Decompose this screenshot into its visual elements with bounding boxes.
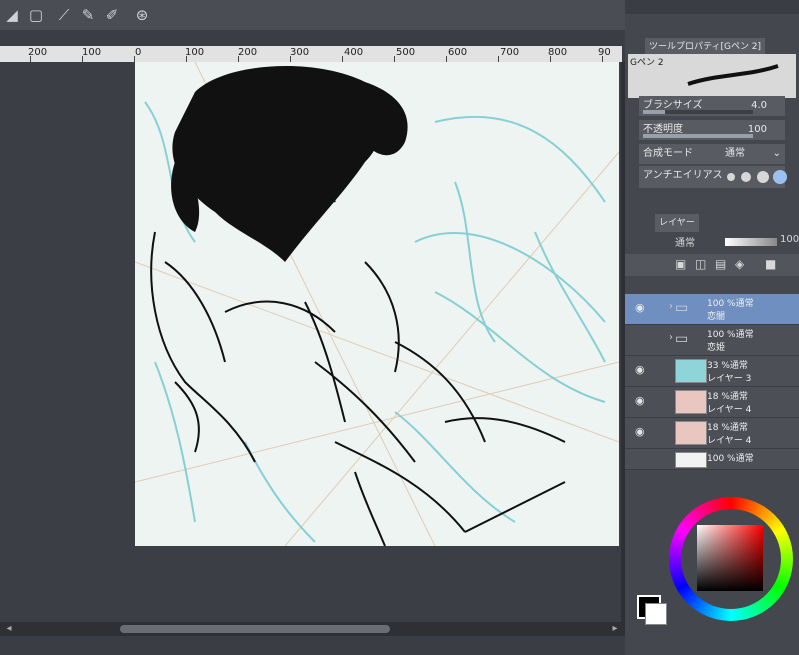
layer-toggle-icon[interactable]: ▢ — [26, 5, 46, 25]
lock-icon[interactable]: ▤ — [715, 257, 726, 271]
mask-icon[interactable]: ◫ — [695, 257, 706, 271]
ruler-label: 400 — [344, 47, 364, 58]
horizontal-scrollbar[interactable]: ◂ ▸ — [0, 622, 625, 636]
antialias-mid-icon[interactable] — [757, 171, 769, 183]
delete-layer-icon[interactable]: ■ — [765, 257, 776, 271]
ruler-label: 0 — [135, 47, 142, 58]
opacity-row[interactable]: 不透明度 100 — [639, 120, 785, 140]
opacity-slider[interactable] — [643, 134, 753, 138]
layer-name: 恋姫 — [707, 343, 726, 353]
layer-opacity-text: 18 %通常 — [707, 423, 748, 433]
blend-mode-label: 合成モード — [643, 148, 693, 159]
brush-name: Gペン 2 — [630, 58, 664, 68]
blend-mode-select[interactable]: 通常 — [725, 144, 745, 164]
layer-name: レイヤー 3 — [707, 374, 752, 384]
layer-opacity-text: 33 %通常 — [707, 361, 748, 371]
layer-item[interactable]: 100 %通常 — [625, 449, 799, 470]
horizontal-ruler: 200 100 0 100 200 300 400 500 600 700 80… — [0, 46, 622, 63]
layer-tab[interactable]: レイヤー — [655, 214, 699, 232]
ruler-label: 100 — [82, 47, 102, 58]
antialias-row[interactable]: アンチエイリアス — [639, 166, 787, 188]
ruler-label: 200 — [238, 47, 258, 58]
scroll-left-icon[interactable]: ◂ — [2, 622, 16, 636]
layer-item[interactable]: › ▭ 100 %通常 恋姫 — [625, 325, 799, 356]
eye-icon[interactable]: ◉ — [635, 364, 647, 375]
line-art-illustration — [135, 62, 619, 546]
layer-item[interactable]: ◉ › ▭ 100 %通常 恋闇 — [625, 294, 799, 325]
antialias-high-icon[interactable] — [773, 170, 787, 184]
antialias-low-icon[interactable] — [741, 172, 751, 182]
pen-tool-icon[interactable]: ✎ — [78, 5, 98, 25]
blend-mode-row[interactable]: 合成モード 通常 ⌄ — [639, 144, 785, 164]
brush-preview: Gペン 2 — [628, 54, 796, 98]
antialias-label: アンチエイリアス — [643, 170, 723, 181]
eye-icon[interactable]: ◉ — [635, 426, 647, 437]
layer-name: レイヤー 4 — [707, 405, 752, 415]
ruler-label: 300 — [290, 47, 310, 58]
chevron-right-icon[interactable]: › — [669, 332, 673, 343]
saturation-value-square[interactable] — [697, 525, 763, 591]
layer-opacity-slider[interactable] — [725, 238, 777, 246]
folder-icon: ▭ — [675, 300, 689, 316]
layer-opacity-value[interactable]: 100 — [780, 234, 799, 245]
layer-item[interactable]: ◉ 18 %通常 レイヤー 4 — [625, 387, 799, 418]
eye-icon[interactable]: ◉ — [635, 302, 647, 313]
chevron-right-icon[interactable]: › — [669, 301, 673, 312]
new-layer-icon[interactable]: ▣ — [675, 257, 686, 271]
layer-opacity-text: 100 %通常 — [707, 454, 754, 464]
layer-thumbnail — [675, 452, 707, 468]
pencil-tool-icon[interactable]: ✐ — [102, 5, 122, 25]
chevron-down-icon[interactable]: ⌄ — [773, 144, 781, 164]
scroll-right-icon[interactable]: ▸ — [608, 622, 622, 636]
brush-size-value[interactable]: 4.0 — [751, 96, 767, 116]
ruler-label: 600 — [448, 47, 468, 58]
layer-thumbnail — [675, 421, 707, 445]
layer-opacity-text: 100 %通常 — [707, 330, 754, 340]
layer-blend-select[interactable]: 通常 — [675, 234, 695, 249]
link-icon[interactable]: ◈ — [735, 257, 744, 271]
background-color-swatch[interactable] — [645, 603, 667, 625]
layer-thumbnail — [675, 359, 707, 383]
layer-item[interactable]: ◉ 33 %通常 レイヤー 3 — [625, 356, 799, 387]
ruler-label: 700 — [500, 47, 520, 58]
ruler-label: 90 — [598, 47, 611, 58]
layer-item[interactable]: ◉ 18 %通常 レイヤー 4 — [625, 418, 799, 449]
undo-icon[interactable]: ◢ — [2, 5, 22, 25]
layer-name: レイヤー 4 — [707, 436, 752, 446]
eye-icon[interactable]: ◉ — [635, 395, 647, 406]
brush-size-slider[interactable] — [643, 110, 753, 114]
ruler-tool-icon[interactable]: ⟋ — [54, 5, 74, 25]
settings-icon[interactable]: ⊛ — [132, 5, 152, 25]
layer-options-bar: 通常 100 — [625, 232, 799, 254]
brush-size-row[interactable]: ブラシサイズ 4.0 — [639, 96, 785, 116]
ruler-label: 100 — [185, 47, 205, 58]
layer-tools-bar: ▣ ◫ ▤ ◈ ■ — [625, 254, 799, 276]
layer-opacity-text: 100 %通常 — [707, 299, 754, 309]
folder-icon: ▭ — [675, 331, 689, 347]
top-toolbar: ◢ ▢ ⟋ ✎ ✐ ⊛ — [0, 0, 625, 30]
layer-name: 恋闇 — [707, 312, 726, 322]
drawing-canvas[interactable] — [135, 62, 619, 546]
layer-opacity-text: 18 %通常 — [707, 392, 748, 402]
layer-thumbnail — [675, 390, 707, 414]
ruler-label: 500 — [396, 47, 416, 58]
antialias-none-icon[interactable] — [727, 173, 735, 181]
scrollbar-thumb[interactable] — [120, 625, 390, 633]
